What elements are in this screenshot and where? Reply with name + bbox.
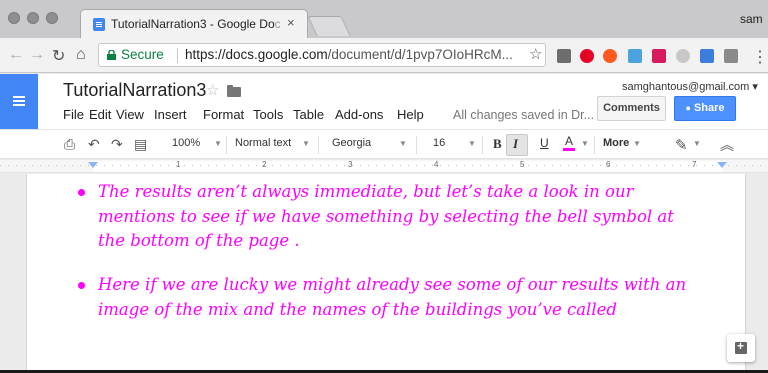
docs-favicon-icon bbox=[93, 18, 105, 31]
menu-file[interactable]: File bbox=[63, 107, 84, 122]
toolbar-divider bbox=[482, 136, 483, 154]
bullet-icon bbox=[78, 189, 85, 196]
formatting-toolbar: ⎙ ↶ ↷ ▤ 100% ▼ Normal text ▼ Georgia ▼ 1… bbox=[0, 129, 768, 159]
menu-format[interactable]: Format bbox=[203, 107, 244, 122]
browser-toolbar: ← → ↻ ⌂ Secure https://docs.google.com/d… bbox=[0, 38, 768, 73]
ruler-ticks bbox=[0, 165, 768, 166]
editing-mode-dropdown-icon[interactable]: ▼ bbox=[693, 139, 701, 148]
bold-button[interactable]: B bbox=[493, 136, 502, 152]
more-dropdown-icon[interactable]: ▼ bbox=[633, 139, 641, 148]
lock-icon bbox=[107, 50, 116, 60]
share-button[interactable]: ● Share bbox=[674, 96, 736, 121]
font-size-dropdown-icon[interactable]: ▼ bbox=[468, 139, 476, 148]
menu-addons[interactable]: Add-ons bbox=[335, 107, 383, 122]
document-canvas: The results aren’t always immediate, but… bbox=[0, 174, 768, 373]
ruler-number: 1 bbox=[176, 160, 181, 169]
reload-icon[interactable]: ↻ bbox=[52, 46, 65, 66]
zoom-dropdown-icon[interactable]: ▼ bbox=[214, 139, 222, 148]
more-button[interactable]: More bbox=[603, 137, 629, 149]
back-arrow-icon[interactable]: ← bbox=[8, 46, 24, 64]
star-document-icon[interactable]: ☆ bbox=[206, 81, 219, 99]
browser-tab-strip: TutorialNarration3 - Google Doc × sam bbox=[0, 0, 768, 38]
list-item-text: The results aren’t always immediate, but… bbox=[98, 182, 674, 250]
bullet-icon bbox=[78, 282, 85, 289]
menu-insert[interactable]: Insert bbox=[154, 107, 187, 122]
redo-icon[interactable]: ↷ bbox=[111, 136, 123, 153]
account-email[interactable]: samghantous@gmail.com ▾ bbox=[622, 80, 758, 93]
tab-close-icon[interactable]: × bbox=[287, 15, 295, 30]
ruler-number: 2 bbox=[262, 160, 267, 169]
menu-help[interactable]: Help bbox=[397, 107, 424, 122]
underline-button[interactable]: U bbox=[540, 136, 549, 150]
ruler-page-area bbox=[93, 161, 723, 172]
list-item-text: Here if we are lucky we might already se… bbox=[98, 275, 687, 319]
gray-extension-icon[interactable] bbox=[676, 49, 690, 63]
address-bar[interactable]: Secure https://docs.google.com/document/… bbox=[98, 43, 546, 67]
blue-extension-icon[interactable] bbox=[700, 49, 714, 63]
ruler-number: 4 bbox=[434, 160, 439, 169]
home-icon[interactable]: ⌂ bbox=[76, 46, 86, 64]
menu-tools[interactable]: Tools bbox=[253, 107, 283, 122]
editing-mode-pen-icon[interactable]: ✎ bbox=[675, 136, 688, 154]
bars-extension-icon[interactable] bbox=[652, 49, 666, 63]
share-label: Share bbox=[693, 102, 725, 114]
browser-profile-name[interactable]: sam bbox=[740, 12, 763, 26]
style-dropdown-icon[interactable]: ▼ bbox=[302, 139, 310, 148]
ruler-number: 6 bbox=[606, 160, 611, 169]
new-tab-button[interactable] bbox=[307, 16, 351, 36]
extension-reader-icon[interactable] bbox=[557, 49, 571, 63]
window-close-dot[interactable] bbox=[8, 12, 20, 24]
zoom-select[interactable]: 100% bbox=[172, 137, 200, 149]
toolbar-divider bbox=[226, 136, 227, 154]
paint-format-icon[interactable]: ▤ bbox=[134, 136, 147, 153]
font-size-select[interactable]: 16 bbox=[433, 137, 445, 149]
explore-icon[interactable] bbox=[727, 334, 755, 362]
menu-view[interactable]: View bbox=[116, 107, 144, 122]
bookmark-star-icon[interactable]: ☆ bbox=[529, 44, 542, 66]
undo-icon[interactable]: ↶ bbox=[88, 136, 100, 153]
menu-table[interactable]: Table bbox=[293, 107, 324, 122]
window-minimize-dot[interactable] bbox=[27, 12, 39, 24]
pinterest-icon[interactable] bbox=[580, 49, 594, 63]
text-color-button[interactable]: A bbox=[563, 134, 576, 151]
toolbar-divider bbox=[594, 136, 595, 154]
text-color-dropdown-icon[interactable]: ▼ bbox=[581, 139, 589, 148]
print-icon[interactable]: ⎙ bbox=[64, 136, 75, 153]
move-to-folder-icon[interactable] bbox=[227, 85, 241, 97]
toolbar-divider bbox=[318, 136, 319, 154]
menu-edit[interactable]: Edit bbox=[89, 107, 111, 122]
style-select[interactable]: Normal text bbox=[235, 137, 291, 149]
ruler-number: 7 bbox=[692, 160, 697, 169]
camera-extension-icon[interactable] bbox=[724, 49, 738, 63]
ruler: 1 2 3 4 5 6 7 bbox=[0, 160, 768, 173]
font-dropdown-icon[interactable]: ▼ bbox=[399, 139, 407, 148]
ruler-number: 3 bbox=[348, 160, 353, 169]
save-status[interactable]: All changes saved in Dr... bbox=[453, 108, 594, 122]
list-item[interactable]: Here if we are lucky we might already se… bbox=[78, 273, 698, 322]
opera-extension-icon[interactable] bbox=[603, 49, 617, 63]
list-item[interactable]: The results aren’t always immediate, but… bbox=[78, 180, 698, 254]
font-select[interactable]: Georgia bbox=[332, 137, 371, 149]
document-title[interactable]: TutorialNarration3 bbox=[63, 80, 206, 101]
window-zoom-dot[interactable] bbox=[46, 12, 58, 24]
share-lock-icon: ● bbox=[685, 103, 691, 113]
italic-label: I bbox=[513, 136, 519, 151]
toolbar-divider bbox=[416, 136, 417, 154]
tab-title: TutorialNarration3 - Google Doc bbox=[111, 17, 281, 31]
secure-label: Secure bbox=[121, 47, 164, 62]
docs-header: TutorialNarration3 ☆ File Edit View Inse… bbox=[0, 74, 768, 129]
collapse-menus-icon[interactable]: ︽ bbox=[720, 135, 734, 155]
forward-arrow-icon[interactable]: → bbox=[29, 46, 45, 64]
chrome-menu-icon[interactable]: ⋮ bbox=[752, 47, 768, 67]
docs-extension-icon[interactable] bbox=[628, 49, 642, 63]
browser-tab-active[interactable]: TutorialNarration3 - Google Doc × bbox=[80, 9, 308, 38]
ruler-number: 5 bbox=[520, 160, 525, 169]
omnibox-divider bbox=[177, 48, 178, 63]
url-text: https://docs.google.com/document/d/1pvp7… bbox=[185, 47, 513, 62]
docs-home-icon[interactable] bbox=[0, 74, 38, 129]
comments-button[interactable]: Comments bbox=[597, 96, 666, 121]
